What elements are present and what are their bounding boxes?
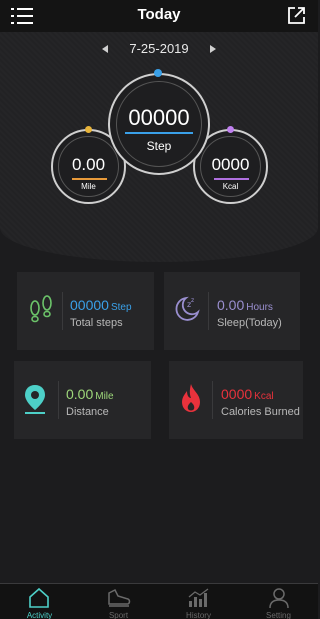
- calories-value: 0000 Kcal: [221, 386, 274, 402]
- mile-label: Mile: [81, 182, 96, 191]
- total-steps-card[interactable]: 00000 Step Total steps: [17, 272, 154, 350]
- page-title: Today: [137, 6, 181, 23]
- distance-value: 0.00 Mile: [66, 386, 114, 402]
- sleep-label: Sleep(Today): [217, 317, 282, 329]
- tab-activity[interactable]: Activity: [0, 584, 79, 619]
- share-icon[interactable]: [287, 6, 306, 25]
- tab-sport[interactable]: Sport: [79, 584, 158, 619]
- kcal-accent-bar: [214, 178, 249, 180]
- kcal-value: 0000: [211, 155, 250, 174]
- next-date-button[interactable]: [210, 45, 216, 53]
- distance-label: Distance: [66, 406, 109, 418]
- steps-ring: 00000 Step: [108, 73, 210, 175]
- steps-accent-bar: [125, 132, 193, 134]
- top-bar: Today: [0, 0, 318, 32]
- sleep-card[interactable]: z z 0.00 Hours Sleep(Today): [164, 272, 300, 350]
- flame-icon: [182, 384, 200, 412]
- kcal-label: Kcal: [222, 182, 239, 191]
- moon-icon: z z: [175, 296, 200, 321]
- calories-card[interactable]: 0000 Kcal Calories Burned: [169, 361, 303, 439]
- mile-value: 0.00: [71, 155, 106, 174]
- date-label: 7-25-2019: [129, 41, 189, 56]
- svg-text:z: z: [191, 297, 194, 304]
- sleep-value: 0.00 Hours: [217, 297, 273, 313]
- location-pin-icon: [25, 385, 45, 414]
- bar-chart-icon: [188, 588, 209, 607]
- kcal-indicator-dot: [227, 126, 234, 133]
- home-icon: [29, 587, 49, 608]
- mile-indicator-dot: [85, 126, 92, 133]
- distance-card[interactable]: 0.00 Mile Distance: [14, 361, 151, 439]
- tab-setting[interactable]: Setting: [239, 584, 318, 619]
- mile-accent-bar: [72, 178, 107, 180]
- total-steps-label: Total steps: [70, 317, 123, 329]
- total-steps-value: 00000 Step: [70, 297, 132, 313]
- calories-label: Calories Burned: [221, 406, 300, 418]
- user-icon: [269, 588, 289, 609]
- footprints-icon: [30, 295, 52, 323]
- bottom-tab-bar: Activity Sport History Setting: [0, 583, 318, 619]
- steps-value: 00000: [128, 105, 190, 130]
- shoe-icon: [108, 588, 131, 607]
- steps-label: Step: [146, 139, 172, 153]
- tab-history[interactable]: History: [159, 584, 238, 619]
- steps-indicator-dot: [154, 69, 162, 77]
